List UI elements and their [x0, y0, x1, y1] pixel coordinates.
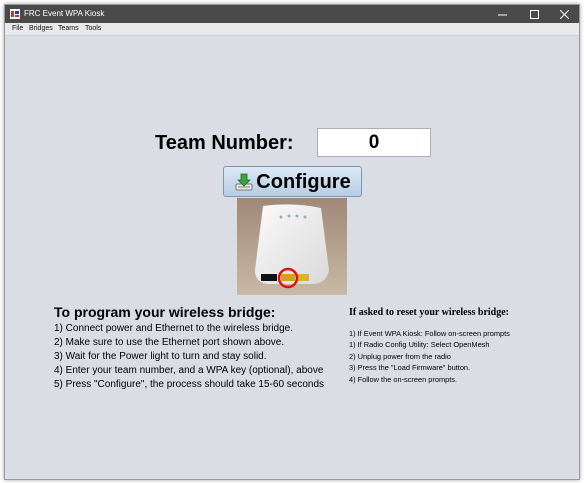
- close-button[interactable]: [551, 5, 577, 23]
- instruction-step: 4) Enter your team number, and a WPA key…: [54, 365, 324, 376]
- reset-step: 1) If Event WPA Kiosk: Follow on-screen …: [349, 329, 510, 338]
- team-number-input[interactable]: 0: [317, 128, 431, 157]
- maximize-icon: [529, 9, 539, 19]
- maximize-button[interactable]: [521, 5, 547, 23]
- bridge-photo: [237, 198, 347, 295]
- reset-step: 2) Unplug power from the radio: [349, 351, 451, 361]
- team-number-label: Team Number:: [155, 132, 294, 154]
- menu-bridges[interactable]: Bridges: [29, 24, 53, 34]
- reset-step: 3) Press the "Load Firmware" button.: [349, 363, 471, 373]
- configure-button[interactable]: Configure: [223, 166, 362, 197]
- minimize-button[interactable]: [489, 5, 515, 23]
- instructions-title: To program your wireless bridge:: [54, 304, 276, 320]
- instruction-step: 3) Wait for the Power light to turn and …: [54, 351, 267, 362]
- instruction-step: 5) Press "Configure", the process should…: [54, 379, 325, 390]
- reset-step: 4) Follow the on-screen prompts.: [349, 374, 458, 384]
- menu-tools[interactable]: Tools: [85, 24, 101, 34]
- menu-teams[interactable]: Teams: [58, 24, 79, 34]
- close-icon: [559, 9, 569, 19]
- reset-title: If asked to reset your wireless bridge:: [349, 307, 509, 318]
- instruction-step: 2) Make sure to use the Ethernet port sh…: [54, 337, 285, 348]
- instructions-list: 1) Connect power and Ethernet to the wir…: [54, 322, 324, 392]
- minimize-icon: [497, 14, 507, 15]
- title-bar[interactable]: FRC Event WPA Kiosk: [5, 5, 579, 23]
- reset-list: 1) If Event WPA Kiosk: Follow on-screen …: [349, 328, 510, 385]
- window-title: FRC Event WPA Kiosk: [24, 9, 105, 18]
- reset-step: 1) If Radio Config Utility: Select OpenM…: [349, 340, 490, 350]
- configure-label: Configure: [256, 170, 351, 193]
- menu-file[interactable]: File: [12, 24, 23, 34]
- download-icon: [235, 173, 253, 190]
- app-icon: [10, 9, 20, 19]
- instruction-step: 1) Connect power and Ethernet to the wir…: [54, 323, 294, 334]
- app-window: FRC Event WPA Kiosk File Bridges Teams T…: [4, 4, 580, 480]
- menu-bar: File Bridges Teams Tools: [5, 23, 579, 36]
